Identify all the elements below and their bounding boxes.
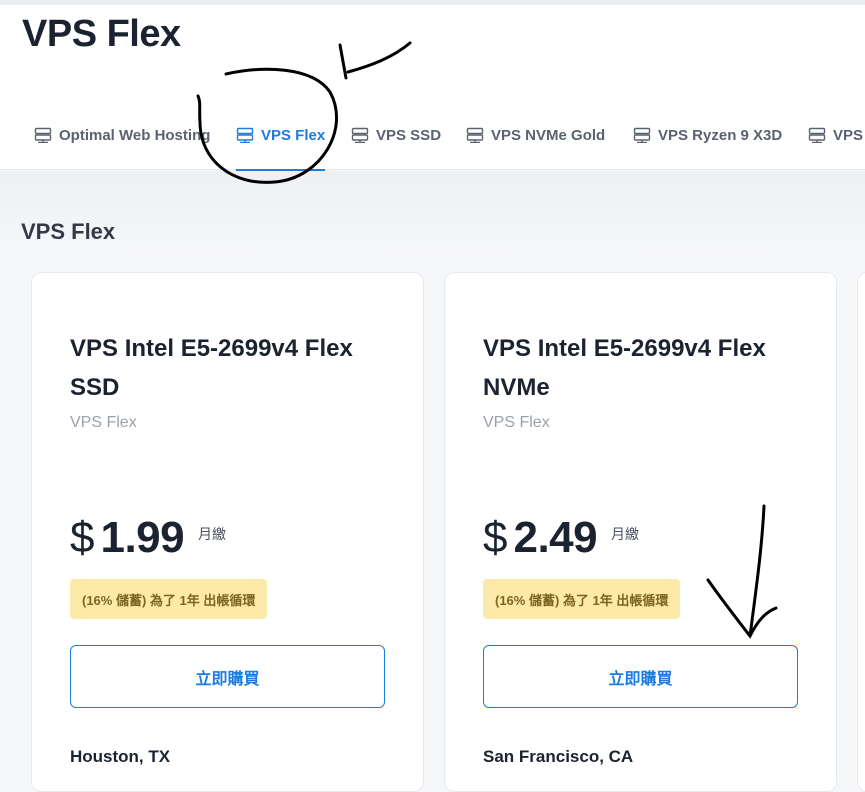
category-tabs: Optimal Web Hosting VPS Flex VPS SSD VPS…: [0, 101, 865, 171]
section-title: VPS Flex: [21, 219, 116, 244]
tab-vps-ryzen-9-x3d[interactable]: VPS Ryzen 9 X3D: [633, 101, 782, 169]
product-card-partial: [857, 272, 865, 792]
page-title: VPS Flex: [22, 13, 181, 55]
savings-badge: (16% 儲蓄) 為了 1年 出帳循環: [483, 579, 681, 619]
tab-label: Optimal Web Hosting: [59, 126, 211, 144]
tab-vps-ssd[interactable]: VPS SSD: [351, 101, 441, 169]
tab-label: VPS SSD: [376, 126, 442, 144]
product-location: San Francisco, CA: [483, 747, 634, 766]
tab-vps-more[interactable]: VPS: [808, 101, 863, 169]
product-category: VPS Flex: [70, 414, 137, 431]
tab-label: VPS Ryzen 9 X3D: [658, 126, 783, 144]
tab-vps-flex[interactable]: VPS Flex: [236, 101, 326, 171]
tab-label: VPS Flex: [261, 126, 326, 144]
server-icon: [236, 127, 254, 143]
tab-vps-nvme-gold[interactable]: VPS NVMe Gold: [466, 101, 605, 169]
product-card: VPS Intel E5-2699v4 Flex SSD VPS Flex $ …: [31, 272, 424, 792]
currency-symbol: $: [70, 513, 95, 562]
tab-optimal-web-hosting[interactable]: Optimal Web Hosting: [34, 101, 210, 169]
price-amount: 2.49: [513, 513, 598, 562]
product-price: $ 2.49: [483, 513, 598, 563]
order-now-button[interactable]: 立即購買: [483, 645, 798, 708]
tab-label: VPS NVMe Gold: [491, 126, 606, 144]
page-header: VPS Flex Optimal Web Hosting VPS Flex VP…: [0, 5, 865, 171]
server-icon: [351, 127, 369, 143]
currency-symbol: $: [483, 513, 508, 562]
server-icon: [466, 127, 484, 143]
server-icon: [808, 127, 826, 143]
server-icon: [34, 127, 52, 143]
billing-period: 月繳: [198, 526, 226, 542]
billing-period: 月繳: [611, 526, 639, 542]
product-name: VPS Intel E5-2699v4 Flex NVMe: [483, 335, 766, 401]
tab-label: VPS: [833, 126, 864, 144]
savings-badge: (16% 儲蓄) 為了 1年 出帳循環: [70, 579, 268, 619]
price-amount: 1.99: [100, 513, 185, 562]
product-name: VPS Intel E5-2699v4 Flex SSD: [70, 335, 353, 401]
order-now-button[interactable]: 立即購買: [70, 645, 385, 708]
product-category: VPS Flex: [483, 414, 550, 431]
server-icon: [633, 127, 651, 143]
product-price: $ 1.99: [70, 513, 185, 563]
product-card: VPS Intel E5-2699v4 Flex NVMe VPS Flex $…: [444, 272, 837, 792]
product-location: Houston, TX: [70, 747, 171, 766]
section-band: [0, 171, 865, 261]
